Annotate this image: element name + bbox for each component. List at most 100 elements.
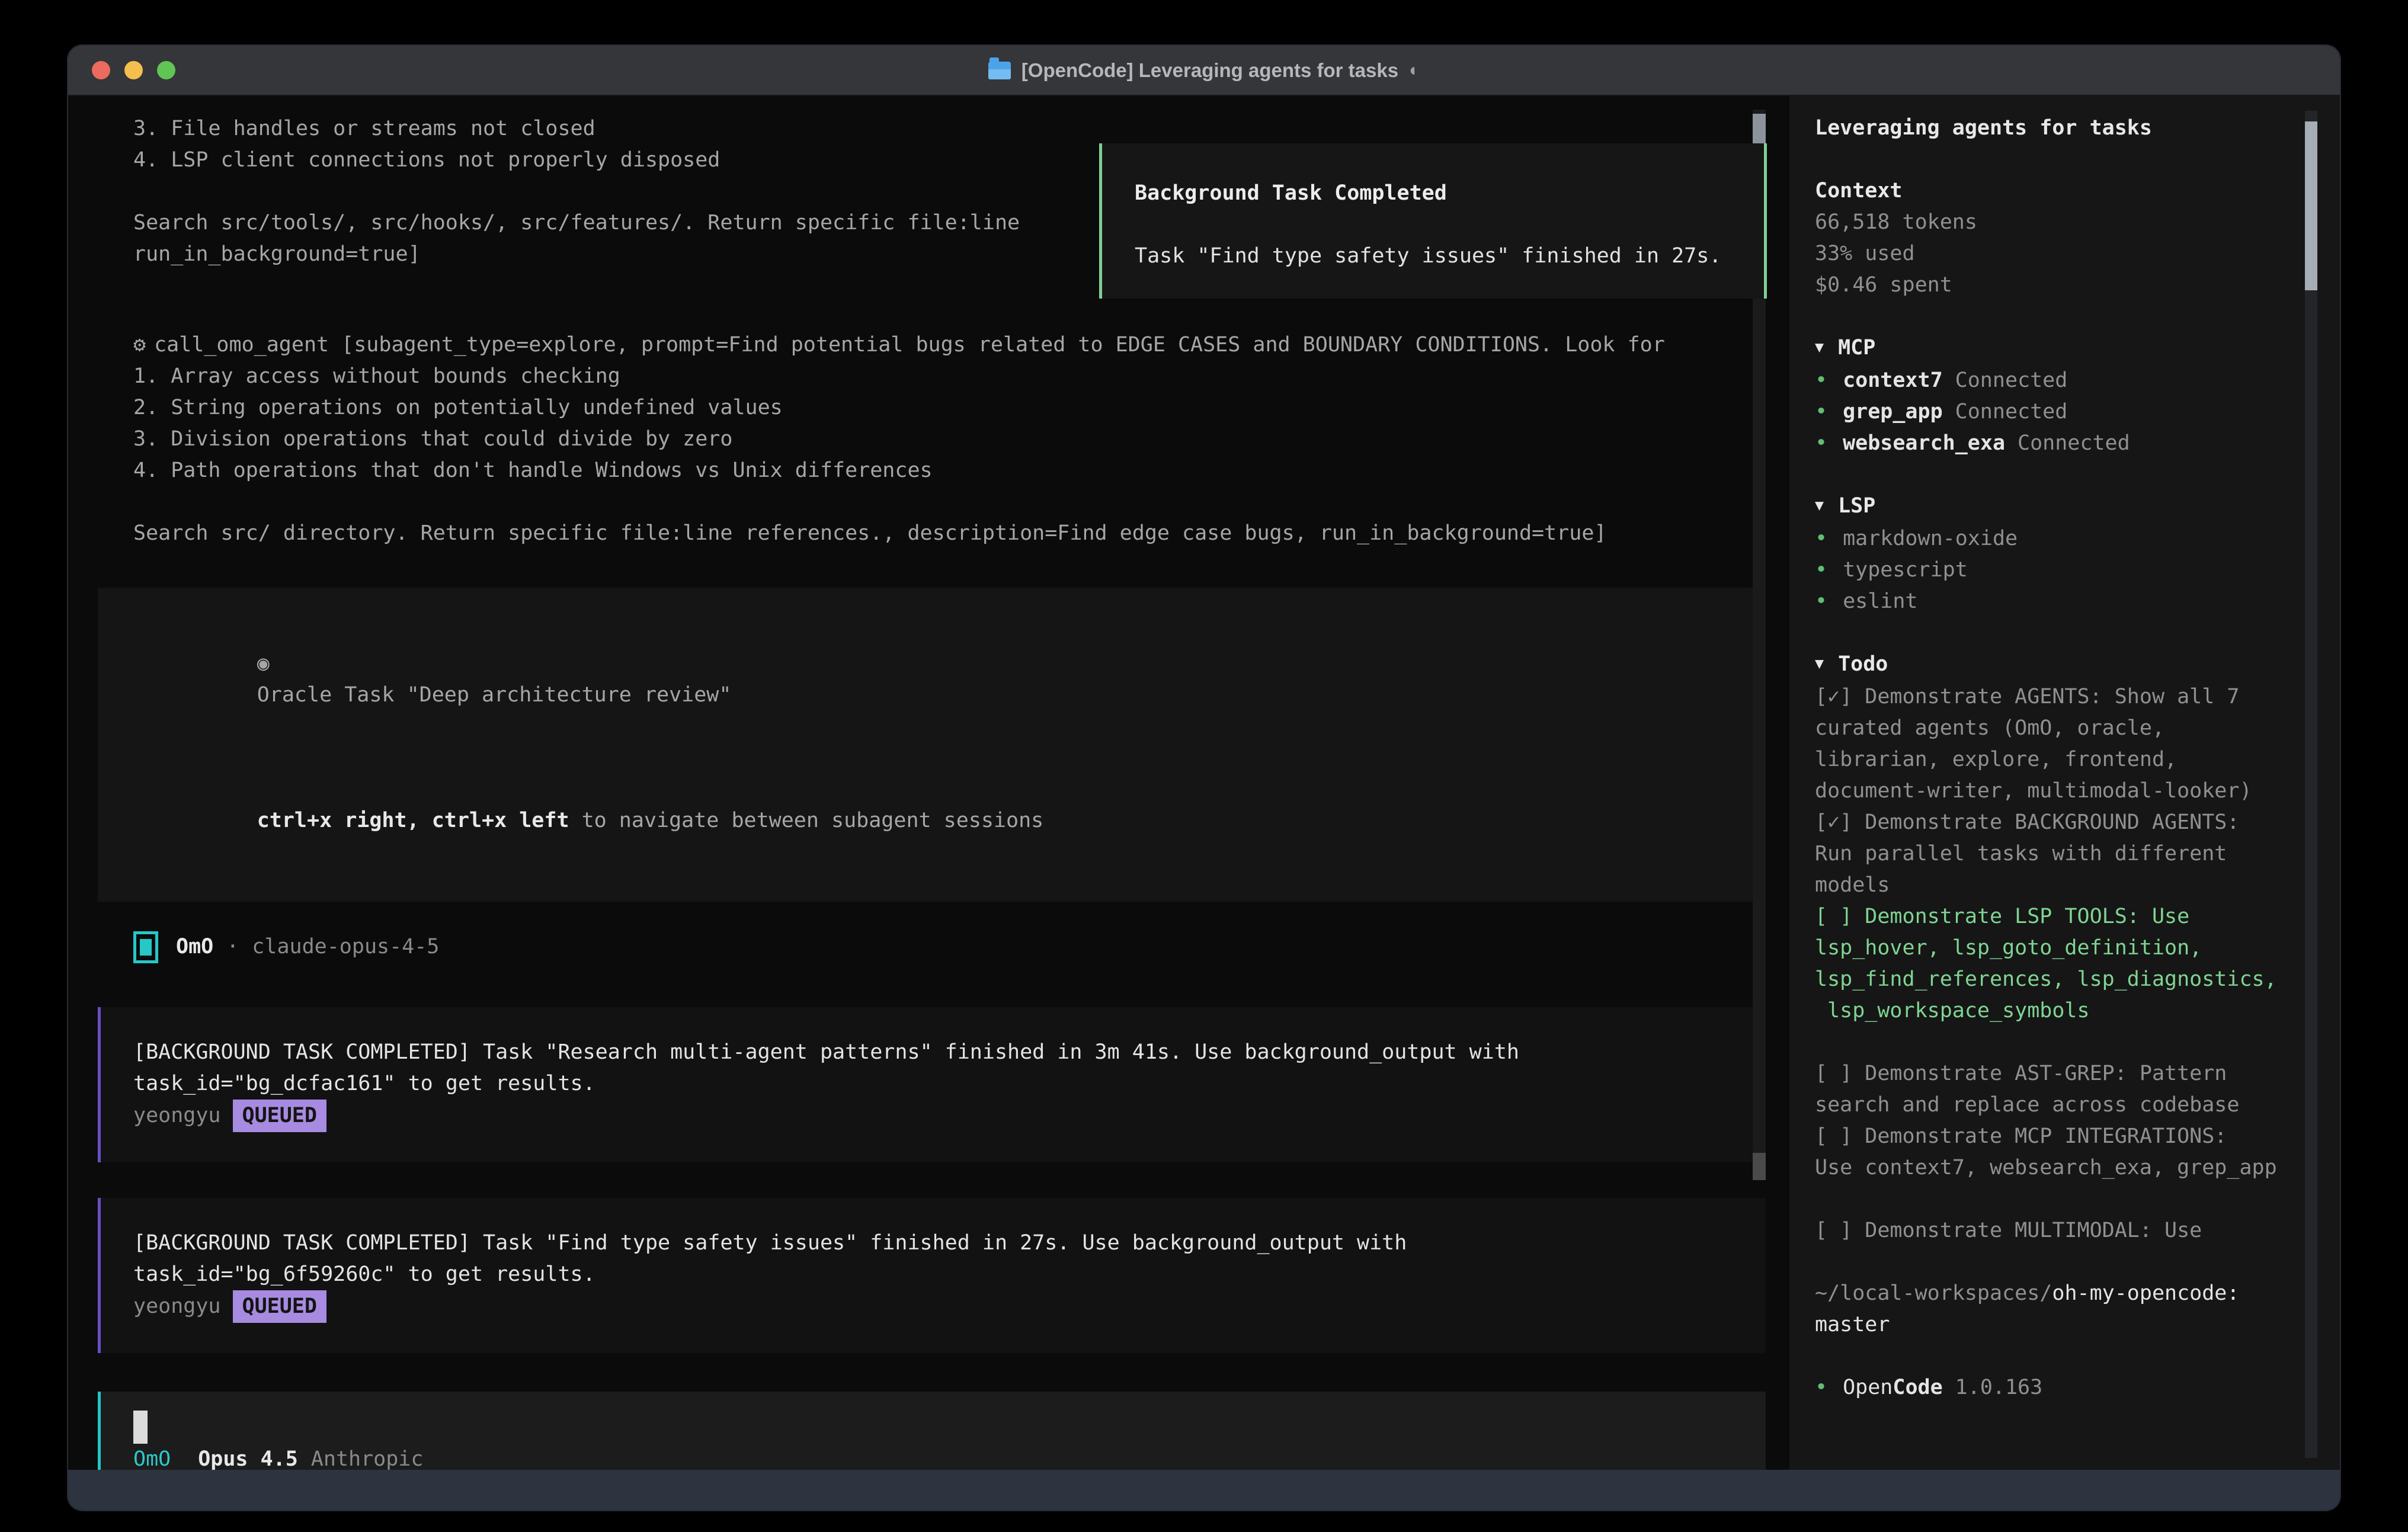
lsp-item: •markdown-oxide [1815, 523, 2340, 555]
lsp-item: • eslint [1815, 586, 2340, 617]
session-sidebar: Leveraging agents for tasks Context 66,5… [1789, 96, 2340, 1470]
tool-call-line [133, 486, 1766, 518]
version-name: Open [1843, 1376, 1893, 1399]
todo-line: models [1815, 870, 2340, 901]
todo-line: [ ] Demonstrate LSP TOOLS: Use [1815, 901, 2340, 932]
tool-call-block: ⚙ call_omo_agent [subagent_type=explore,… [133, 329, 1766, 549]
mcp-heading: MCP [1838, 336, 1875, 360]
minimize-window-button[interactable] [124, 61, 143, 79]
tool-call-line: 1. Array access without bounds checking [133, 361, 1766, 392]
traffic-lights [92, 46, 175, 95]
mcp-name: context7 [1843, 368, 1943, 392]
busy-indicator-icon: ◐ [1409, 60, 1420, 81]
zoom-window-button[interactable] [157, 61, 175, 79]
context-tokens: 66,518 tokens [1815, 207, 2340, 238]
chevron-down-icon: ▼ [1815, 331, 1824, 363]
todo-line: [ ] Demonstrate MULTIMODAL: Use [1815, 1215, 2340, 1246]
todo-line: [✓] Demonstrate BACKGROUND AGENTS: [1815, 807, 2340, 838]
lsp-name: eslint [1843, 589, 1917, 613]
queued-status-badge: QUEUED [233, 1100, 326, 1132]
agent-model: claude-opus-4-5 [252, 931, 439, 963]
workspace-path-prefix: ~/local-workspaces/ [1815, 1281, 2052, 1305]
todo-line [1815, 1027, 2340, 1058]
window-title: [OpenCode] Leveraging agents for tasks [1022, 59, 1398, 82]
oracle-task-card[interactable]: ◉ Oracle Task "Deep architecture review"… [98, 588, 1766, 902]
tool-call-title: call_omo_agent [subagent_type=explore, p… [154, 329, 1665, 361]
version-row: •OpenCode1.0.163 [1815, 1372, 2340, 1403]
mcp-item: •websearch_exaConnected [1815, 428, 2340, 459]
agent-separator: · [226, 931, 239, 963]
todo-line: librarian, explore, frontend, [1815, 744, 2340, 775]
toast-title: Background Task Completed [1135, 178, 1764, 209]
background-task-message: [BACKGROUND TASK COMPLETED] Task "Resear… [98, 1007, 1766, 1162]
prompt-input[interactable]: OmO Opus 4.5 Anthropic [98, 1392, 1766, 1470]
chevron-down-icon: ▼ [1815, 489, 1824, 521]
close-window-button[interactable] [92, 61, 110, 79]
tool-call-line: 2. String operations on potentially unde… [133, 392, 1766, 424]
mcp-item: • context7 Connected [1815, 365, 2340, 396]
todo-line: lsp_find_references, lsp_diagnostics, [1815, 964, 2340, 995]
green-dot-icon: • [1815, 558, 1827, 582]
context-heading: Context [1815, 175, 2340, 207]
input-model-name: Opus 4.5 [198, 1444, 298, 1470]
folder-icon [988, 62, 1011, 79]
green-dot-icon: • [1815, 368, 1827, 392]
task-message-line: [BACKGROUND TASK COMPLETED] Task "Resear… [133, 1037, 1766, 1068]
lsp-section-header[interactable]: ▼LSP [1815, 491, 2340, 523]
omo-agent-icon [133, 931, 158, 963]
mcp-status: Connected [1955, 400, 2068, 424]
todo-line: search and replace across codebase [1815, 1089, 2340, 1121]
todo-line: [ ] Demonstrate AST-GREP: Pattern [1815, 1058, 2340, 1089]
model-status-row: OmO Opus 4.5 Anthropic [133, 1444, 1766, 1470]
todo-line: curated agents (OmO, oracle, [1815, 713, 2340, 744]
session-title: Leveraging agents for tasks [1815, 113, 2340, 144]
task-message-meta: yeongyu QUEUED [133, 1290, 1766, 1323]
hint-keys: ctrl+x right, ctrl+x left [257, 809, 569, 832]
oracle-task-label: Oracle Task "Deep architecture review" [257, 683, 732, 707]
tool-call-line: 3. Division operations that could divide… [133, 424, 1766, 455]
context-used: 33% used [1815, 238, 2340, 270]
todo-line: Run parallel tasks with different [1815, 838, 2340, 870]
todo-line: [✓] Demonstrate AGENTS: Show all 7 [1815, 681, 2340, 713]
mcp-status: Connected [1955, 368, 2068, 392]
conversation-scrollbar-end[interactable] [1753, 1153, 1766, 1180]
toast-body: Task "Find type safety issues" finished … [1135, 241, 1764, 272]
lsp-name: typescript [1843, 558, 1968, 582]
version-name-bold: Code [1893, 1376, 1942, 1399]
conversation-pane: 3. File handles or streams not closed 4.… [68, 96, 1789, 1470]
sidebar-scrollbar-thumb[interactable] [2305, 121, 2317, 290]
todo-line: document-writer, multimodal-looker) [1815, 775, 2340, 807]
tool-call-line: 4. Path operations that don't handle Win… [133, 455, 1766, 486]
folder-icon-flap [988, 69, 1011, 79]
green-dot-icon: • [1815, 527, 1827, 550]
todo-section-header[interactable]: ▼ Todo [1815, 649, 2340, 681]
opencode-terminal-window: [OpenCode] Leveraging agents for tasks ◐… [67, 44, 2341, 1511]
input-agent-name: OmO [133, 1444, 171, 1470]
background-task-toast[interactable]: Background Task Completed Task "Find typ… [1099, 143, 1767, 299]
sidebar-scrollbar[interactable] [2305, 111, 2317, 1458]
task-author: yeongyu [133, 1291, 221, 1322]
scrollback-line: 3. File handles or streams not closed [133, 113, 1766, 145]
oracle-task-hint: ctrl+x right, ctrl+x left to navigate be… [132, 774, 1766, 868]
task-message-line: task_id="bg_6f59260c" to get results. [133, 1259, 1766, 1290]
lsp-item: • typescript [1815, 555, 2340, 586]
workspace-repo: oh-my-opencode: [2052, 1281, 2239, 1305]
agent-name: OmO [176, 931, 213, 963]
hint-rest: to navigate between subagent sessions [569, 809, 1044, 832]
chevron-down-icon: ▼ [1815, 648, 1824, 679]
fisheye-icon: ◉ [257, 652, 270, 675]
task-message-meta: yeongyu QUEUED [133, 1100, 1766, 1132]
window-titlebar[interactable]: [OpenCode] Leveraging agents for tasks ◐ [68, 46, 2340, 96]
workspace-branch: master [1815, 1309, 2340, 1341]
green-dot-icon: • [1815, 400, 1827, 424]
window-title-group: [OpenCode] Leveraging agents for tasks ◐ [988, 59, 1420, 82]
green-dot-icon: • [1815, 589, 1827, 613]
todo-heading: Todo [1838, 652, 1888, 676]
version-number: 1.0.163 [1955, 1376, 2043, 1399]
queued-status-badge: QUEUED [233, 1290, 326, 1323]
background-task-message: [BACKGROUND TASK COMPLETED] Task "Find t… [98, 1198, 1766, 1353]
mcp-section-header[interactable]: ▼ MCP [1815, 332, 2340, 365]
mcp-name: websearch_exa [1843, 431, 2005, 455]
context-spent: $0.46 spent [1815, 270, 2340, 301]
todo-line: Use context7, websearch_exa, grep_app [1815, 1152, 2340, 1184]
